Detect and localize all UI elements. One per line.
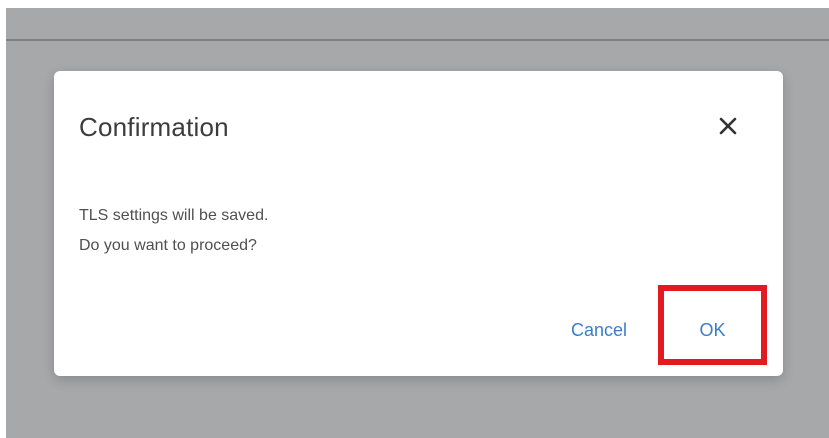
close-icon xyxy=(719,117,737,135)
dialog-message: TLS settings will be saved. Do you want … xyxy=(79,201,268,261)
confirmation-dialog: Confirmation TLS settings will be saved.… xyxy=(54,71,783,376)
cancel-button[interactable]: Cancel xyxy=(549,315,649,345)
overlay-divider xyxy=(6,39,829,41)
message-line-1: TLS settings will be saved. xyxy=(79,207,269,224)
ok-highlight-box: OK xyxy=(658,285,767,365)
ok-button[interactable]: OK xyxy=(664,315,761,345)
dialog-title: Confirmation xyxy=(79,112,229,142)
message-line-2: Do you want to proceed? xyxy=(79,237,257,254)
close-button[interactable] xyxy=(713,111,743,141)
screen: Confirmation TLS settings will be saved.… xyxy=(0,0,829,438)
